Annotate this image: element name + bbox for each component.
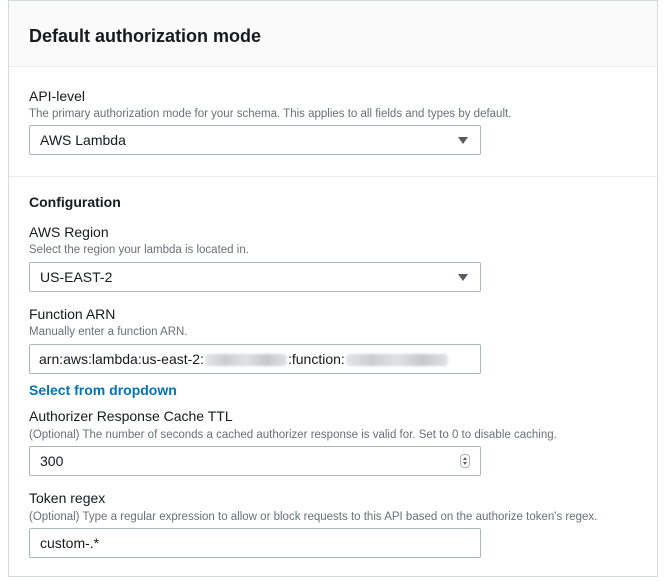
panel-title: Default authorization mode (29, 26, 262, 46)
stepper-up-icon (463, 457, 467, 460)
cache-ttl-label: Authorizer Response Cache TTL (29, 408, 233, 424)
token-regex-input[interactable]: custom-.* (29, 528, 481, 558)
api-level-label: API-level (29, 88, 86, 104)
function-arn-prefix: arn:aws:lambda:us-east-2: (39, 351, 204, 367)
aws-region-label: AWS Region (29, 224, 109, 240)
configuration-section: Configuration AWS Region Select the regi… (9, 177, 657, 577)
token-regex-label: Token regex (29, 490, 106, 506)
select-from-dropdown-link[interactable]: Select from dropdown (29, 382, 177, 399)
aws-region-description: Select the region your lambda is located… (29, 244, 249, 256)
cache-ttl-description: (Optional) The number of seconds a cache… (29, 429, 557, 441)
token-regex-value: custom-.* (40, 535, 100, 551)
redacted-function-name (345, 354, 448, 367)
cache-ttl-input[interactable]: 300 (29, 446, 481, 476)
api-level-description: The primary authorization mode for your … (29, 108, 512, 120)
panel-header: Default authorization mode (9, 1, 657, 67)
function-arn-middle: :function: (287, 351, 345, 367)
api-level-select[interactable]: AWS Lambda (29, 125, 481, 155)
cache-ttl-value: 300 (40, 453, 64, 469)
aws-region-selected-value: US-EAST-2 (40, 269, 113, 285)
redacted-account-id (204, 354, 287, 367)
function-arn-input[interactable]: arn:aws:lambda:us-east-2: :function: (29, 344, 481, 374)
caret-down-icon (458, 137, 468, 144)
api-level-section: API-level The primary authorization mode… (9, 67, 657, 177)
aws-region-select[interactable]: US-EAST-2 (29, 262, 481, 292)
stepper-down-icon (463, 462, 467, 465)
function-arn-label: Function ARN (29, 306, 116, 322)
caret-down-icon (458, 274, 468, 281)
function-arn-description: Manually enter a function ARN. (29, 326, 188, 338)
token-regex-description: (Optional) Type a regular expression to … (29, 511, 598, 523)
api-level-selected-value: AWS Lambda (40, 132, 126, 148)
configuration-heading: Configuration (29, 194, 121, 210)
authorization-panel: Default authorization mode API-level The… (8, 0, 658, 577)
number-stepper[interactable] (460, 454, 470, 468)
